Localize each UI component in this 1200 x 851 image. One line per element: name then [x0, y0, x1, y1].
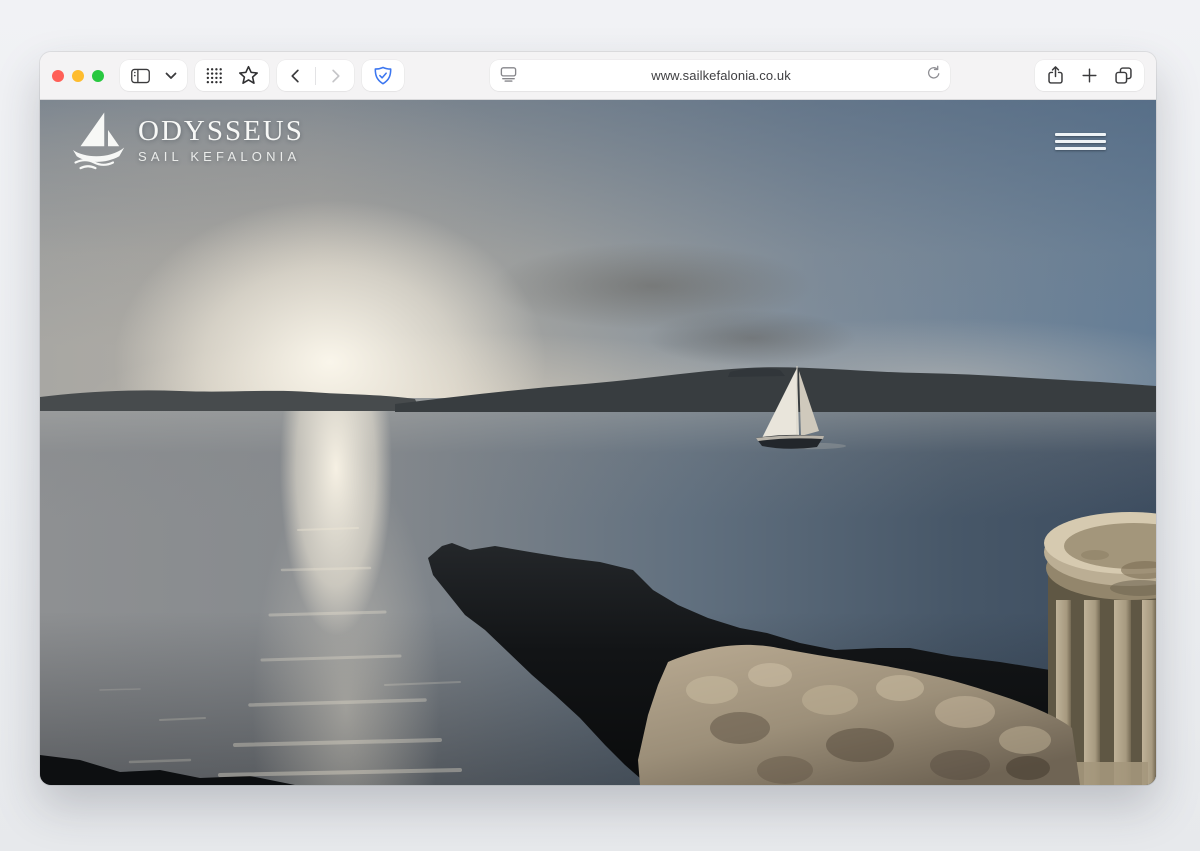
grid-icon[interactable]	[205, 66, 224, 85]
horizon-hills	[40, 367, 1156, 412]
back-icon[interactable]	[287, 67, 305, 85]
hamburger-bar	[1055, 147, 1106, 150]
zoom-window-button[interactable]	[92, 70, 104, 82]
traffic-lights	[52, 70, 104, 82]
address-bar[interactable]: www.sailkefalonia.co.uk	[490, 60, 950, 91]
minimize-window-button[interactable]	[72, 70, 84, 82]
tabs-icon[interactable]	[1113, 65, 1134, 86]
share-icon[interactable]	[1045, 65, 1066, 86]
hamburger-menu-icon[interactable]	[1055, 133, 1106, 150]
close-window-button[interactable]	[52, 70, 64, 82]
site-logo[interactable]: ODYSSEUS SAIL KEFALONIA	[68, 110, 304, 170]
favorites-group	[195, 60, 269, 91]
sidebar-icon[interactable]	[130, 67, 151, 85]
history-nav-group	[277, 60, 354, 91]
url-bar-area: www.sailkefalonia.co.uk	[412, 60, 1027, 91]
sun-glitter	[100, 528, 460, 775]
page-icon[interactable]	[499, 64, 518, 88]
browser-window: www.sailkefalonia.co.uk	[40, 52, 1156, 785]
hamburger-bar	[1055, 133, 1106, 136]
window-actions-group	[1035, 60, 1144, 91]
privacy-group	[362, 60, 404, 91]
url-text: www.sailkefalonia.co.uk	[518, 68, 925, 83]
privacy-shield-icon[interactable]	[372, 65, 394, 87]
new-tab-icon[interactable]	[1080, 66, 1099, 85]
hamburger-bar	[1055, 140, 1106, 143]
browser-toolbar: www.sailkefalonia.co.uk	[40, 52, 1156, 100]
webpage-hero: ODYSSEUS SAIL KEFALONIA	[40, 100, 1156, 785]
star-icon[interactable]	[238, 65, 259, 86]
divider	[315, 67, 316, 85]
chevron-down-icon[interactable]	[165, 72, 177, 80]
sidebar-group	[120, 60, 187, 91]
logo-title: ODYSSEUS	[138, 116, 304, 146]
logo-subtitle: SAIL KEFALONIA	[138, 149, 304, 164]
logo-text: ODYSSEUS SAIL KEFALONIA	[138, 116, 304, 164]
reload-icon[interactable]	[925, 65, 941, 86]
sailboat-logo-icon	[68, 110, 128, 170]
hero-scene-graphics	[40, 100, 1156, 785]
forward-icon[interactable]	[326, 67, 344, 85]
